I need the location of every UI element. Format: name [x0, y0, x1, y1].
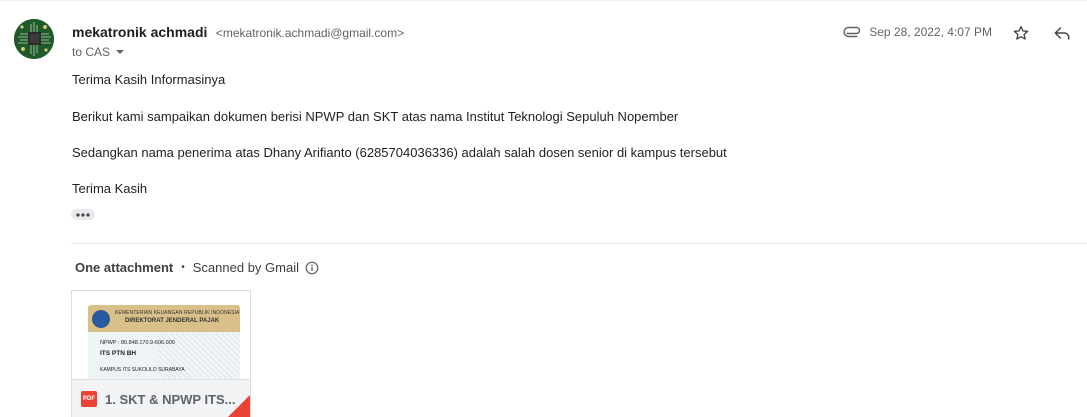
star-button[interactable] [1009, 21, 1033, 45]
star-icon [1013, 25, 1029, 40]
circuit-board-avatar-icon [14, 19, 54, 59]
chevron-down-icon[interactable] [114, 46, 126, 58]
sender-name[interactable]: mekatronik achmadi [72, 24, 207, 40]
sender-line: mekatronik achmadi <mekatronik.achmadi@g… [72, 24, 404, 42]
message-meta: Sep 28, 2022, 4:07 PM [843, 25, 992, 39]
thumbnail-npwp: NPWP : 80.848.170.9-606.000 [100, 340, 175, 346]
more-dots-icon [76, 212, 90, 217]
attachment-footer: PDF 1. SKT & NPWP ITS... [72, 379, 250, 417]
reply-button[interactable] [1050, 21, 1074, 45]
attachments-divider [71, 243, 1087, 244]
message-date: Sep 28, 2022, 4:07 PM [869, 25, 992, 39]
recipient-label: to CAS [72, 45, 111, 59]
attachment-icon [843, 26, 861, 38]
sender-email: <mekatronik.achmadi@gmail.com> [215, 26, 405, 40]
attachments-header: One attachment • Scanned by Gmail [75, 260, 319, 275]
thumbnail-holder: ITS PTN BH [100, 350, 137, 357]
body-line: Sedangkan nama penerima atas Dhany Arifi… [72, 145, 727, 160]
scan-label: Scanned by Gmail [192, 260, 299, 275]
body-line: Terima Kasih Informasinya [72, 72, 226, 87]
thumbnail-address: KAMPUS ITS SUKOLILO SURABAYA [100, 367, 185, 373]
top-divider [0, 0, 1087, 1]
info-icon[interactable] [305, 261, 319, 275]
pdf-icon: PDF [81, 391, 97, 407]
tax-office-logo-icon [91, 309, 111, 329]
pdf-corner-fold [228, 395, 250, 417]
reply-icon [1054, 27, 1070, 40]
attachment-file-name: 1. SKT & NPWP ITS... [105, 391, 236, 407]
separator-dot: • [181, 262, 185, 273]
body-line: Berikut kami sampaikan dokumen berisi NP… [72, 109, 679, 124]
body-line: Terima Kasih [72, 181, 148, 196]
thumbnail-ministry: KEMENTERIAN KEUANGAN REPUBLIK INDONESIA [115, 310, 240, 316]
recipient-toggle[interactable]: to CAS [72, 45, 126, 59]
attachment-count: One attachment [75, 260, 174, 275]
thumbnail-directorate: DIREKTORAT JENDERAL PAJAK [125, 318, 220, 324]
show-trimmed-content-button[interactable] [71, 209, 95, 220]
attachment-card[interactable]: KEMENTERIAN KEUANGAN REPUBLIK INDONESIA … [71, 290, 251, 417]
avatar[interactable] [14, 19, 54, 59]
